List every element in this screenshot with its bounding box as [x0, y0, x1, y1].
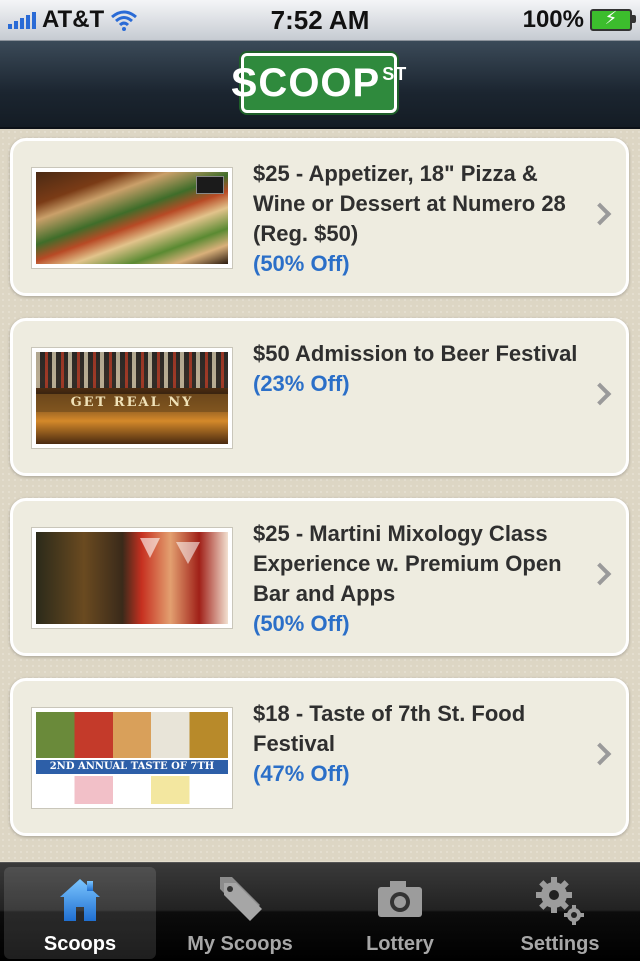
deal-discount: (50% Off) [253, 251, 350, 276]
camera-icon [378, 881, 422, 917]
battery-percent: 100% [522, 6, 584, 33]
nav-bar: SCOOP ST [0, 41, 640, 129]
deal-card[interactable]: 2ND ANNUAL TASTE OF 7TH STREET $18 - Tas… [10, 678, 629, 836]
deal-card[interactable]: GET REAL NY $50 Admission to Beer Festiv… [10, 318, 629, 476]
deal-discount: (23% Off) [253, 371, 350, 396]
tab-label: Settings [520, 933, 600, 955]
tag-icon [220, 877, 262, 921]
tab-label: Lottery [366, 933, 434, 955]
deal-card[interactable]: $25 - Martini Mixology Class Experience … [10, 498, 629, 656]
tab-my-scoops[interactable]: My Scoops [164, 867, 316, 959]
deal-image-caption: GET REAL NY [36, 394, 228, 412]
chevron-right-icon [588, 742, 612, 766]
deal-thumbnail [31, 167, 233, 269]
tab-scoops[interactable]: Scoops [4, 867, 156, 959]
chevron-right-icon [588, 562, 612, 586]
tab-lottery[interactable]: Lottery [324, 867, 476, 959]
tab-label: Scoops [43, 933, 117, 955]
pizza-image [36, 172, 228, 264]
deal-title: $25 - Appetizer, 18" Pizza & Wine or Des… [253, 161, 566, 246]
chevron-right-icon [588, 382, 612, 406]
deal-thumbnail [31, 527, 233, 629]
martini-image [36, 532, 228, 624]
deal-discount: (47% Off) [253, 761, 350, 786]
deal-thumbnail: GET REAL NY [31, 347, 233, 449]
battery-indicator: 100% ⚡ [522, 6, 636, 34]
food-festival-image: 2ND ANNUAL TASTE OF 7TH STREET [36, 712, 228, 804]
tab-label: My Scoops [187, 933, 293, 955]
tab-bar: Scoops My Scoops Lottery Settings [0, 862, 640, 961]
logo-text: SCOOP [230, 61, 381, 105]
logo-superscript: ST [382, 64, 408, 84]
tab-settings[interactable]: Settings [484, 867, 636, 959]
app-logo: SCOOP ST [231, 53, 406, 113]
gear-icon [536, 877, 584, 925]
deal-title: $50 Admission to Beer Festival [253, 341, 578, 366]
home-icon [60, 879, 100, 921]
deal-thumbnail: 2ND ANNUAL TASTE OF 7TH STREET [31, 707, 233, 809]
chevron-right-icon [588, 202, 612, 226]
beer-taps-image: GET REAL NY [36, 352, 228, 444]
deal-title: $25 - Martini Mixology Class Experience … [253, 521, 562, 606]
deals-list[interactable]: $25 - Appetizer, 18" Pizza & Wine or Des… [0, 129, 640, 861]
battery-icon: ⚡ [590, 8, 636, 31]
deal-title: $18 - Taste of 7th St. Food Festival [253, 701, 526, 756]
deal-image-caption: 2ND ANNUAL TASTE OF 7TH STREET [36, 760, 228, 786]
deal-card[interactable]: $25 - Appetizer, 18" Pizza & Wine or Des… [10, 138, 629, 296]
status-bar: AT&T 7:52 AM 100% ⚡ [0, 0, 640, 41]
deal-discount: (50% Off) [253, 611, 350, 636]
